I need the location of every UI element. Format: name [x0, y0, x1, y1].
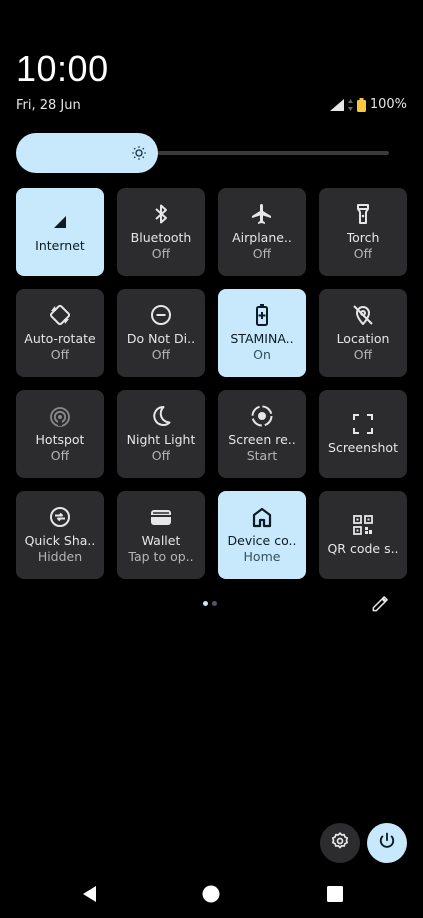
tile-state: Off [151, 246, 171, 261]
tile-state: Off [353, 246, 373, 261]
tile-state: Start [246, 448, 278, 463]
tile-location[interactable]: Location Off [319, 289, 407, 377]
tile-state: Off [50, 448, 70, 463]
torch-icon [351, 202, 375, 226]
quick-settings-panel: 10:00 Fri, 28 Jun 100% Internet Bluetoot… [0, 0, 423, 918]
tile-stamina[interactable]: STAMINA.. On [218, 289, 306, 377]
battery-icon [356, 97, 366, 112]
tile-state: Hidden [37, 549, 83, 564]
tile-state: Off [353, 347, 373, 362]
signal-icon [48, 210, 72, 234]
tile-screen-record[interactable]: Screen re.. Start [218, 390, 306, 478]
signal-icon [329, 98, 344, 111]
tile-label: Do Not Di.. [126, 331, 196, 346]
tile-airplane[interactable]: Airplane.. Off [218, 188, 306, 276]
status-bar: 100% [329, 97, 407, 112]
wallet-icon [149, 505, 173, 529]
airplane-icon [250, 202, 274, 226]
tile-do-not-disturb[interactable]: Do Not Di.. Off [117, 289, 205, 377]
location-off-icon [351, 303, 375, 327]
quick-share-icon [48, 505, 72, 529]
tile-label: Wallet [141, 533, 181, 548]
settings-button[interactable] [320, 823, 360, 863]
data-arrows-icon [347, 98, 353, 111]
tile-internet[interactable]: Internet [16, 188, 104, 276]
tile-label: Location [336, 331, 390, 346]
tile-device-controls[interactable]: Device co.. Home [218, 491, 306, 579]
qr-code-icon [351, 513, 375, 537]
gear-icon [330, 831, 350, 855]
do-not-disturb-icon [149, 303, 173, 327]
tile-label: Auto-rotate [24, 331, 96, 346]
page-dot[interactable] [212, 601, 217, 606]
recents-icon[interactable] [325, 884, 345, 904]
tile-label: Hotspot [35, 432, 85, 447]
screenshot-icon [351, 412, 375, 436]
tile-state: Off [151, 448, 171, 463]
home-icon [250, 505, 274, 529]
tile-state: Tap to op.. [128, 549, 194, 564]
tile-label: Night Light [126, 432, 196, 447]
quick-settings-tiles: Internet Bluetooth Off Airplane.. Off To… [16, 188, 407, 579]
tile-label: STAMINA.. [230, 331, 294, 346]
tile-bluetooth[interactable]: Bluetooth Off [117, 188, 205, 276]
power-button[interactable] [367, 823, 407, 863]
tile-label: Internet [35, 238, 85, 253]
hotspot-icon [48, 404, 72, 428]
tile-hotspot[interactable]: Hotspot Off [16, 390, 104, 478]
bluetooth-icon [149, 202, 173, 226]
auto-rotate-icon [48, 303, 72, 327]
battery-saver-icon [250, 303, 274, 327]
screen-record-icon [250, 404, 274, 428]
tile-label: Screen re.. [228, 432, 296, 447]
tile-label: Quick Sha.. [24, 533, 96, 548]
battery-percent: 100% [369, 97, 407, 112]
tile-qr-code-scanner[interactable]: QR code s.. [319, 491, 407, 579]
tile-label: Airplane.. [232, 230, 292, 245]
tile-label: Bluetooth [130, 230, 192, 245]
home-nav-icon[interactable] [201, 884, 221, 904]
power-icon [377, 831, 397, 855]
date[interactable]: Fri, 28 Jun [16, 98, 81, 113]
tile-label: Torch [346, 230, 380, 245]
edit-icon[interactable] [370, 594, 390, 614]
tile-state: Off [50, 347, 70, 362]
tile-state: Off [252, 246, 272, 261]
tile-wallet[interactable]: Wallet Tap to op.. [117, 491, 205, 579]
navigation-bar [0, 870, 423, 918]
tile-label: QR code s.. [327, 541, 399, 556]
brightness-slider[interactable] [16, 133, 389, 173]
tile-night-light[interactable]: Night Light Off [117, 390, 205, 478]
back-icon[interactable] [80, 884, 100, 904]
tile-screenshot[interactable]: Screenshot [319, 390, 407, 478]
tile-state: On [253, 347, 271, 362]
moon-icon [149, 404, 173, 428]
tile-label: Device co.. [227, 533, 297, 548]
tile-quick-share[interactable]: Quick Sha.. Hidden [16, 491, 104, 579]
page-dot-active[interactable] [203, 601, 208, 606]
clock[interactable]: 10:00 [16, 48, 109, 90]
tile-auto-rotate[interactable]: Auto-rotate Off [16, 289, 104, 377]
tile-label: Screenshot [328, 440, 398, 455]
tile-state: Home [243, 549, 281, 564]
page-indicator [203, 601, 217, 606]
brightness-icon [130, 144, 148, 162]
tile-torch[interactable]: Torch Off [319, 188, 407, 276]
tile-state: Off [151, 347, 171, 362]
